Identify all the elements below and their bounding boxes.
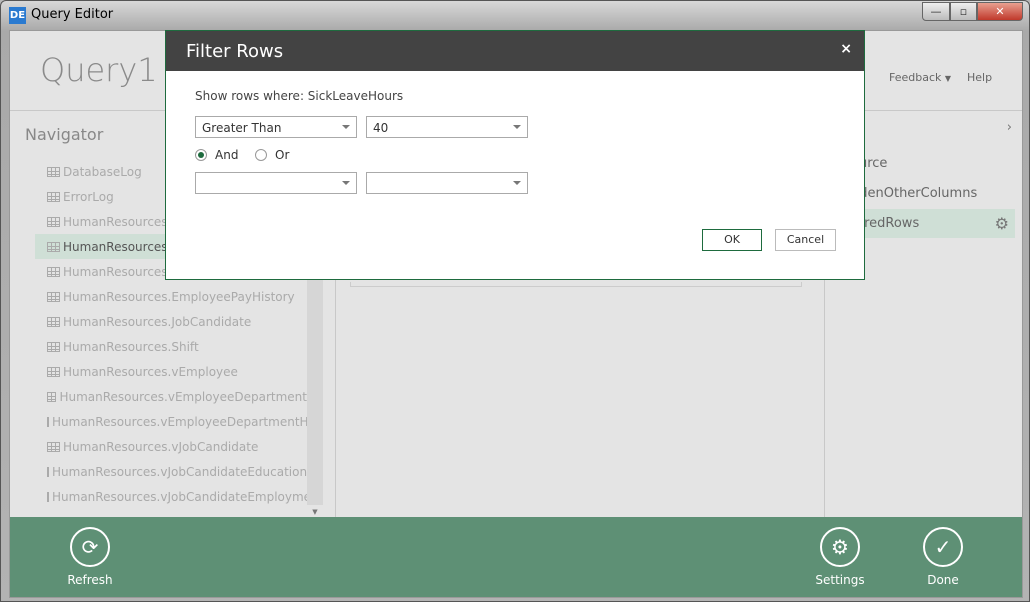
- query-name: Query1: [40, 51, 158, 89]
- title-bar: DE Query Editor — ▫ ✕: [1, 1, 1030, 31]
- table-icon: [47, 316, 60, 327]
- table-icon: [47, 291, 60, 302]
- navigator-item-label: HumanResources.vEmployeeDepartment: [59, 389, 307, 404]
- navigator-title: Navigator: [25, 125, 104, 144]
- navigator-item[interactable]: HumanResources.Shift: [35, 334, 307, 359]
- step-label: ddenOtherColumns: [851, 186, 978, 201]
- gear-icon: ⚙: [820, 527, 860, 567]
- chevron-down-icon: [342, 181, 350, 185]
- close-window-button[interactable]: ✕: [977, 2, 1023, 21]
- operator-select-2[interactable]: [195, 172, 357, 194]
- value-combo-1[interactable]: 40: [366, 116, 528, 138]
- navigator-item[interactable]: HumanResources.EmployeePayHistory: [35, 284, 307, 309]
- navigator-item[interactable]: HumanResources.vJobCandidateEmployment: [35, 484, 307, 509]
- value-combo-2[interactable]: [366, 172, 528, 194]
- settings-button[interactable]: ⚙ Settings: [805, 527, 875, 587]
- close-icon[interactable]: ×: [840, 41, 852, 57]
- navigator-item[interactable]: HumanResources.vJobCandidate: [35, 434, 307, 459]
- navigator-item-label: HumanResources.EmployeePayHistory: [63, 289, 295, 304]
- table-icon: [47, 366, 60, 377]
- feedback-label: Feedback: [889, 71, 942, 84]
- chevron-down-icon: [513, 125, 521, 129]
- navigator-item-label: ErrorLog: [63, 189, 114, 204]
- table-icon: [47, 241, 60, 252]
- feedback-menu[interactable]: Feedback ▼: [889, 71, 951, 84]
- settings-label: Settings: [815, 573, 865, 587]
- filter-rows-dialog: Filter Rows × Show rows where: SickLeave…: [165, 30, 865, 280]
- operator-select-1[interactable]: Greater Than: [195, 116, 357, 138]
- window-title: Query Editor: [31, 7, 114, 22]
- maximize-button[interactable]: ▫: [950, 2, 977, 21]
- table-icon: [47, 216, 60, 227]
- chevron-down-icon: [342, 125, 350, 129]
- done-label: Done: [927, 573, 959, 587]
- or-label: Or: [275, 148, 290, 162]
- chevron-down-icon: ▼: [944, 74, 952, 83]
- navigator-item-label: HumanResources.E: [63, 239, 179, 254]
- navigator-item-label: HumanResources.vJobCandidate: [63, 439, 259, 454]
- show-rows-label: Show rows where: SickLeaveHours: [195, 89, 404, 103]
- app-icon: DE: [9, 7, 26, 24]
- value-text: 40: [373, 121, 389, 135]
- navigator-item-label: HumanResources.vJobCandidateEducation: [52, 464, 307, 479]
- ok-button[interactable]: OK: [702, 229, 762, 251]
- navigator-item-label: HumanResources.D: [63, 214, 181, 229]
- grid-header: [350, 282, 802, 287]
- navigator-item[interactable]: HumanResources.vEmployee: [35, 359, 307, 384]
- help-link[interactable]: Help: [967, 71, 992, 84]
- navigator-item[interactable]: HumanResources.vEmployeeDepartmentHis...: [35, 409, 307, 434]
- table-icon: [47, 266, 60, 277]
- navigator-item-label: HumanResources.JobCandidate: [63, 314, 252, 329]
- navigator-item-label: HumanResources.vEmployeeDepartmentHis...: [52, 414, 307, 429]
- navigator-item[interactable]: HumanResources.JobCandidate: [35, 309, 307, 334]
- gear-icon[interactable]: ⚙: [995, 209, 1009, 238]
- navigator-item-label: HumanResources.Shift: [63, 339, 199, 354]
- refresh-icon: ⟳: [70, 527, 110, 567]
- table-icon: [47, 191, 60, 202]
- table-icon: [47, 491, 49, 502]
- navigator-item-label: HumanResources.vEmployee: [63, 364, 238, 379]
- navigator-item-label: HumanResources.E: [63, 264, 179, 279]
- table-icon: [47, 391, 57, 402]
- checkmark-icon: ✓: [923, 527, 963, 567]
- chevron-right-icon[interactable]: ›: [1007, 120, 1012, 135]
- table-icon: [47, 416, 49, 427]
- table-icon: [47, 466, 49, 477]
- radio-checked-icon: [195, 149, 207, 161]
- table-icon: [47, 341, 60, 352]
- table-icon: [47, 166, 60, 177]
- navigator-item[interactable]: HumanResources.vJobCandidateEducation: [35, 459, 307, 484]
- refresh-label: Refresh: [67, 573, 113, 587]
- or-radio[interactable]: Or: [255, 148, 289, 162]
- radio-unchecked-icon: [255, 149, 267, 161]
- cancel-button[interactable]: Cancel: [775, 229, 836, 251]
- table-icon: [47, 441, 60, 452]
- minimize-button[interactable]: —: [922, 2, 950, 21]
- done-button[interactable]: ✓ Done: [908, 527, 978, 587]
- bottom-bar: ⟳ Refresh ⚙ Settings ✓ Done: [10, 517, 1022, 597]
- operator-value: Greater Than: [202, 121, 282, 135]
- navigator-item[interactable]: HumanResources.vEmployeeDepartment: [35, 384, 307, 409]
- chevron-down-icon: [513, 181, 521, 185]
- refresh-button[interactable]: ⟳ Refresh: [55, 527, 125, 587]
- dialog-title: Filter Rows: [166, 31, 864, 71]
- navigator-item-label: HumanResources.vJobCandidateEmployment: [52, 489, 307, 504]
- and-radio[interactable]: And: [195, 148, 238, 162]
- and-label: And: [215, 148, 239, 162]
- navigator-item-label: DatabaseLog: [63, 164, 142, 179]
